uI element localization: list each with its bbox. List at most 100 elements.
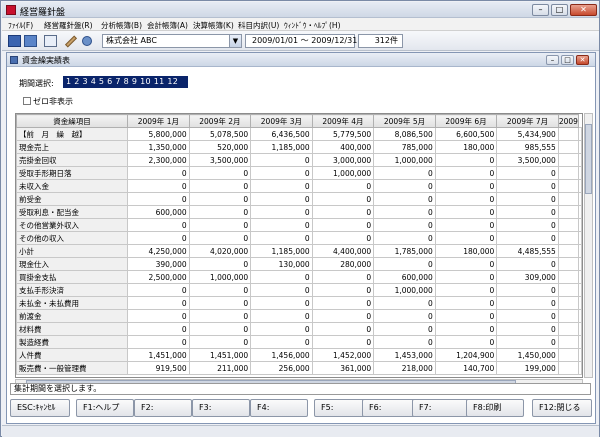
table-row[interactable]: 材料費 0 0 0 0 0 0 0 [16, 322, 582, 336]
table-cell[interactable]: 0 [127, 179, 190, 193]
table-cell[interactable]: 0 [250, 218, 313, 232]
table-cell[interactable]: 0 [250, 335, 313, 349]
table-cell[interactable]: 0 [496, 166, 559, 180]
f1-help-button[interactable]: F1:ヘルプ [76, 399, 134, 417]
table-cell[interactable]: 1,453,000 [373, 348, 436, 362]
table-cell[interactable]: 256,000 [250, 361, 313, 375]
table-cell[interactable]: 0 [250, 296, 313, 310]
table-cell[interactable]: 985,555 [496, 140, 559, 154]
table-cell[interactable]: 1,350,000 [127, 140, 190, 154]
table-cell[interactable]: 6,436,500 [250, 127, 313, 141]
table-row[interactable]: 受取手形期日落 0 0 0 1,000,000 0 0 0 [16, 166, 582, 180]
table-cell[interactable]: 0 [434, 322, 498, 336]
table-cell[interactable]: 0 [250, 270, 313, 284]
table-cell[interactable] [557, 127, 580, 141]
table-cell[interactable]: 0 [188, 322, 252, 336]
table-cell[interactable]: 1,204,900 [434, 348, 498, 362]
table-cell[interactable]: 0 [311, 322, 375, 336]
table-cell[interactable]: 0 [311, 179, 375, 193]
table-cell[interactable]: 2,300,000 [127, 153, 190, 167]
table-cell[interactable]: 0 [127, 231, 190, 245]
table-cell[interactable]: 0 [250, 309, 313, 323]
table-cell[interactable]: 3,500,000 [496, 153, 559, 167]
table-cell[interactable]: 0 [127, 335, 190, 349]
table-cell[interactable] [557, 270, 580, 284]
table-cell[interactable]: 0 [434, 179, 498, 193]
table-cell[interactable] [557, 153, 580, 167]
table-cell[interactable]: 600,000 [373, 270, 436, 284]
table-cell[interactable]: 0 [311, 218, 375, 232]
table-cell[interactable]: 0 [250, 205, 313, 219]
table-cell[interactable]: 0 [127, 192, 190, 206]
table-cell[interactable]: 0 [188, 283, 252, 297]
table-cell[interactable]: 0 [373, 257, 436, 271]
save-icon[interactable] [8, 35, 21, 47]
table-cell[interactable]: 0 [373, 322, 436, 336]
table-cell[interactable]: 4,020,000 [188, 244, 252, 258]
table-cell[interactable]: 0 [311, 205, 375, 219]
table-cell[interactable]: 520,000 [188, 140, 252, 154]
table-cell[interactable] [557, 231, 580, 245]
table-cell[interactable]: 0 [496, 283, 559, 297]
company-select[interactable]: 株式会社 ABC ▼ [102, 34, 242, 48]
table-cell[interactable]: 3,500,000 [188, 153, 252, 167]
f4-button[interactable]: F4: [250, 399, 308, 417]
table-cell[interactable]: 309,000 [496, 270, 559, 284]
table-cell[interactable]: 0 [373, 205, 436, 219]
table-row[interactable]: 前受金 0 0 0 0 0 0 0 [16, 192, 582, 206]
table-cell[interactable]: 0 [434, 270, 498, 284]
table-cell[interactable]: 0 [434, 205, 498, 219]
table-cell[interactable]: 5,779,500 [311, 127, 375, 141]
table-cell[interactable]: 0 [434, 296, 498, 310]
f8-print-button[interactable]: F8:印刷 [466, 399, 524, 417]
table-cell[interactable]: 0 [188, 179, 252, 193]
maximize-button[interactable]: □ [551, 4, 568, 16]
table-row[interactable]: 受取利息・配当金 600,000 0 0 0 0 0 0 [16, 205, 582, 219]
table-cell[interactable]: 0 [188, 218, 252, 232]
table-cell[interactable]: 0 [127, 283, 190, 297]
table-cell[interactable]: 0 [496, 231, 559, 245]
table-cell[interactable]: 0 [250, 166, 313, 180]
menu-settlement[interactable]: 決算帳簿(K) [193, 20, 234, 31]
table-row[interactable]: 人件費 1,451,000 1,451,000 1,456,000 1,452,000 1… [16, 348, 582, 362]
table-cell[interactable] [557, 322, 580, 336]
table-cell[interactable]: 1,000,000 [188, 270, 252, 284]
table-row[interactable]: 現金売上 1,350,000 520,000 1,185,000 400,000 785,… [16, 140, 582, 154]
table-cell[interactable]: 0 [373, 192, 436, 206]
table-cell[interactable]: 180,000 [434, 244, 498, 258]
table-cell[interactable]: 0 [250, 192, 313, 206]
table-cell[interactable]: 1,000,000 [373, 153, 436, 167]
table-cell[interactable] [557, 335, 580, 349]
table-cell[interactable]: 400,000 [311, 140, 375, 154]
table-cell[interactable] [557, 257, 580, 271]
table-cell[interactable]: 0 [127, 296, 190, 310]
table-cell[interactable]: 0 [496, 309, 559, 323]
table-cell[interactable] [557, 283, 580, 297]
table-cell[interactable]: 1,452,000 [311, 348, 375, 362]
table-cell[interactable]: 0 [311, 270, 375, 284]
table-cell[interactable] [557, 309, 580, 323]
table-row[interactable]: 小計 4,250,000 4,020,000 1,185,000 4,400,000 1,… [16, 244, 582, 258]
table-cell[interactable]: 0 [188, 166, 252, 180]
table-cell[interactable]: 8,086,500 [373, 127, 436, 141]
table-cell[interactable]: 180,000 [434, 140, 498, 154]
table-cell[interactable]: 0 [250, 179, 313, 193]
f7-button[interactable]: F7: [412, 399, 470, 417]
table-cell[interactable]: 5,434,900 [496, 127, 559, 141]
table-cell[interactable]: 0 [373, 166, 436, 180]
search-icon[interactable] [82, 36, 92, 46]
table-cell[interactable]: 0 [496, 257, 559, 271]
table-cell[interactable]: 0 [496, 322, 559, 336]
zero-hide-checkbox[interactable] [23, 97, 31, 105]
table-cell[interactable]: 0 [373, 231, 436, 245]
table-cell[interactable]: 3,000,000 [311, 153, 375, 167]
table-cell[interactable] [557, 179, 580, 193]
table-cell[interactable]: 1,000,000 [311, 166, 375, 180]
table-cell[interactable]: 0 [188, 309, 252, 323]
vertical-scrollbar[interactable] [584, 113, 593, 378]
table-cell[interactable]: 0 [311, 283, 375, 297]
mail-icon[interactable] [44, 35, 57, 47]
close-button[interactable]: ✕ [570, 4, 597, 16]
table-cell[interactable]: 0 [311, 192, 375, 206]
table-cell[interactable]: 919,500 [127, 361, 190, 375]
